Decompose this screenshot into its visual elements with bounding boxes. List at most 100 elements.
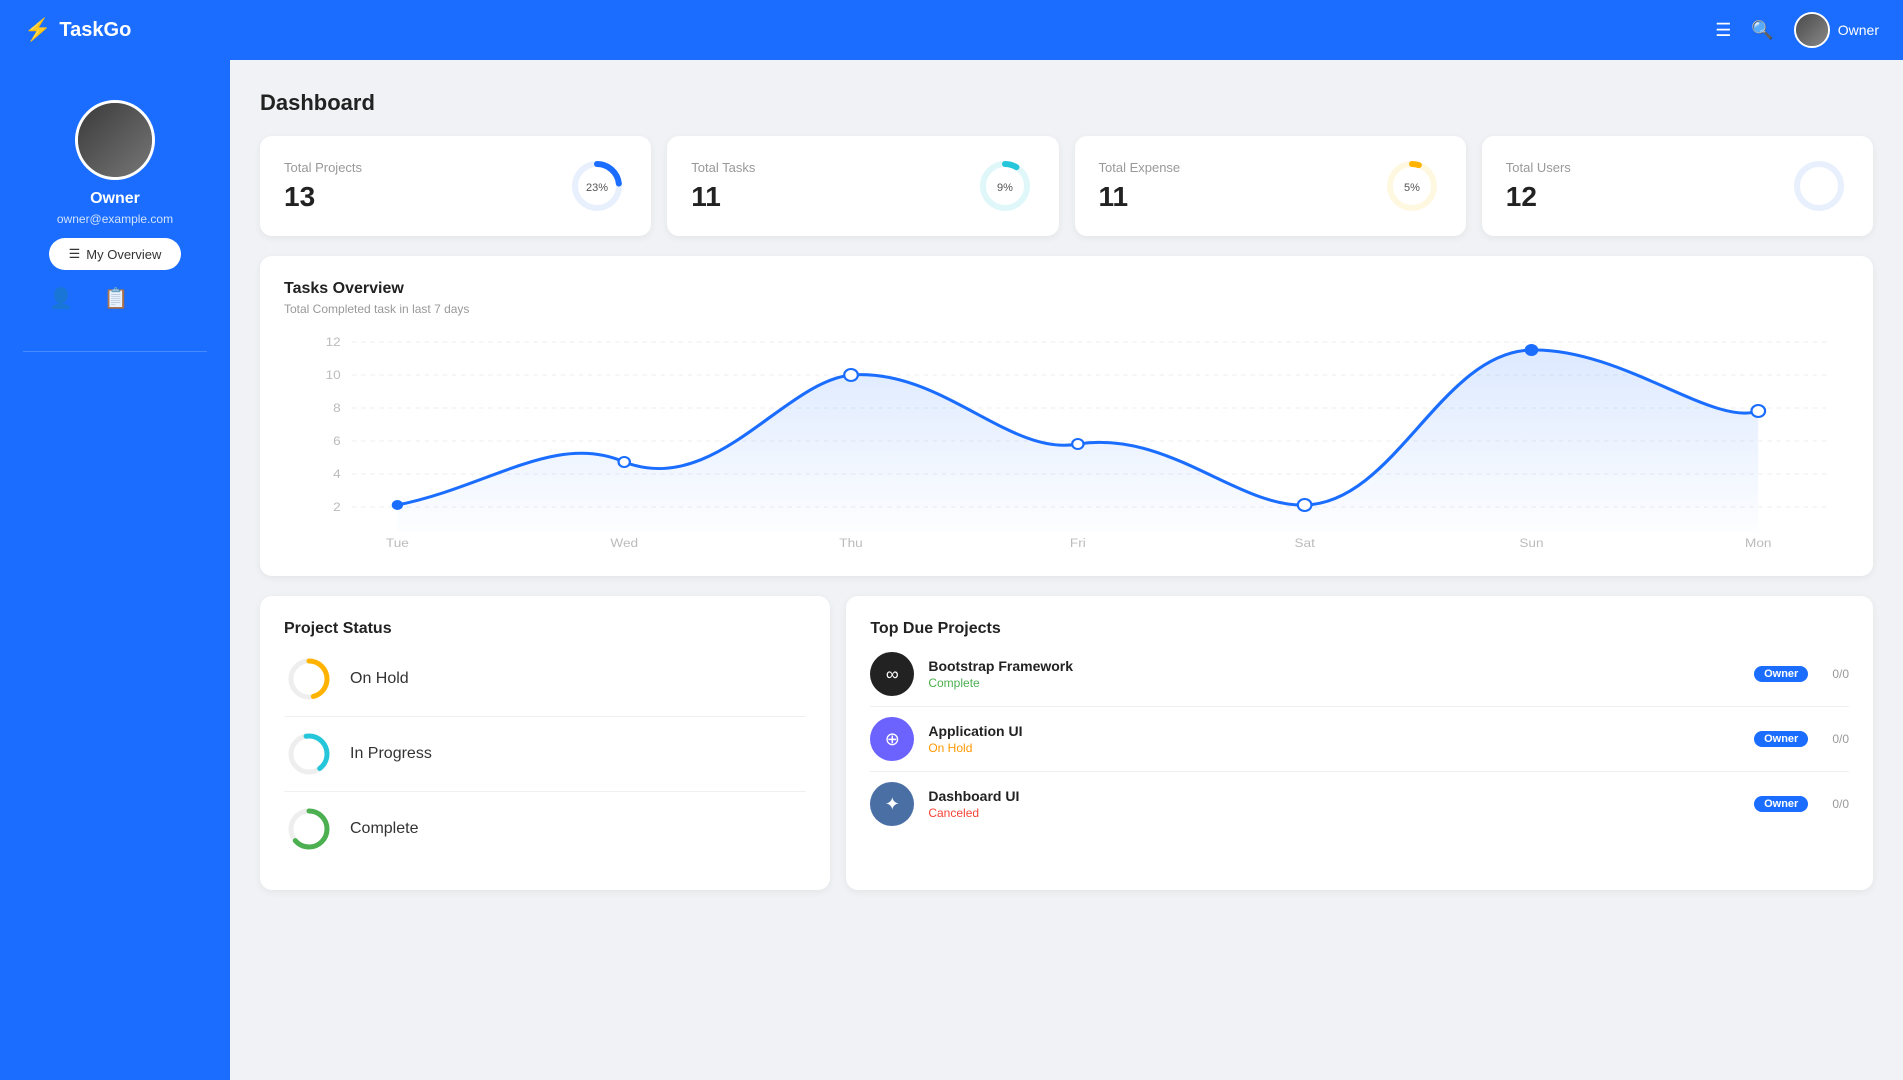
svg-text:5%: 5%: [1404, 182, 1420, 194]
stat-chart-users: [1789, 156, 1849, 216]
due-badge-dashui: Owner: [1754, 796, 1808, 812]
logo-icon: ⚡: [24, 17, 51, 43]
status-in-progress: In Progress: [284, 717, 806, 792]
due-name-bootstrap: Bootstrap Framework: [928, 658, 1740, 674]
sidebar-user-name: Owner: [49, 190, 182, 208]
due-info-appui: Application UI On Hold: [928, 723, 1740, 755]
user-profile[interactable]: Owner: [1794, 12, 1879, 48]
due-info-bootstrap: Bootstrap Framework Complete: [928, 658, 1740, 690]
sidebar-quick-icons: 👤 📋: [49, 286, 182, 311]
due-status-appui: On Hold: [928, 741, 1740, 755]
due-item-bootstrap: ∞ Bootstrap Framework Complete Owner 0/0: [870, 642, 1849, 707]
project-status-title: Project Status: [284, 620, 806, 638]
bottom-row: Project Status On Hold In Pro: [260, 596, 1873, 890]
logo-text: TaskGo: [59, 19, 131, 42]
due-count-dashui: 0/0: [1822, 797, 1849, 811]
svg-text:4: 4: [333, 467, 341, 481]
tasks-overview-subtitle: Total Completed task in last 7 days: [284, 302, 1849, 316]
sidebar-user-email: owner@example.com: [49, 212, 182, 226]
tasks-overview-card: Tasks Overview Total Completed task in l…: [260, 256, 1873, 576]
stat-value-expense: 11: [1099, 181, 1181, 213]
svg-text:Fri: Fri: [1070, 536, 1086, 550]
due-status-dashui: Canceled: [928, 806, 1740, 820]
due-badge-appui: Owner: [1754, 731, 1808, 747]
main-content: Dashboard Total Projects 13 23% Total Ta…: [230, 60, 1903, 1080]
username-label: Owner: [1838, 22, 1879, 38]
menu-icon[interactable]: ☰: [1715, 20, 1731, 41]
stat-value-users: 12: [1506, 181, 1571, 213]
avatar-image: [1796, 14, 1828, 46]
stat-label-users: Total Users: [1506, 160, 1571, 175]
due-count-appui: 0/0: [1822, 732, 1849, 746]
stats-row: Total Projects 13 23% Total Tasks 11: [260, 136, 1873, 236]
tasks-overview-title: Tasks Overview: [284, 280, 1849, 298]
top-due-card: Top Due Projects ∞ Bootstrap Framework C…: [846, 596, 1873, 890]
due-icon-appui: ⊕: [870, 717, 914, 761]
sidebar-divider: [23, 351, 207, 352]
svg-text:Tue: Tue: [386, 536, 409, 550]
stat-total-projects: Total Projects 13 23%: [260, 136, 651, 236]
tasks-chart: 12 10 8 6 4 2: [284, 332, 1849, 552]
svg-text:Mon: Mon: [1745, 536, 1771, 550]
due-badge-bootstrap: Owner: [1754, 666, 1808, 682]
svg-text:2: 2: [333, 500, 341, 514]
appui-icon-symbol: ⊕: [885, 729, 900, 750]
svg-text:12: 12: [326, 335, 341, 349]
stat-label-projects: Total Projects: [284, 160, 362, 175]
svg-text:9%: 9%: [997, 182, 1013, 194]
list-icon[interactable]: 📋: [104, 286, 129, 311]
logo: ⚡ TaskGo: [24, 17, 131, 43]
user-icon[interactable]: 👤: [49, 286, 74, 311]
top-due-title: Top Due Projects: [870, 620, 1849, 638]
svg-text:Thu: Thu: [839, 536, 862, 550]
on-hold-arc: [284, 654, 334, 704]
svg-text:6: 6: [333, 434, 341, 448]
due-icon-bootstrap: ∞: [870, 652, 914, 696]
avatar: [1794, 12, 1830, 48]
svg-text:8: 8: [333, 401, 341, 415]
svg-text:10: 10: [326, 368, 341, 382]
due-name-dashui: Dashboard UI: [928, 788, 1740, 804]
stat-total-expense: Total Expense 11 5%: [1075, 136, 1466, 236]
stat-label-expense: Total Expense: [1099, 160, 1181, 175]
sidebar-profile: Owner owner@example.com ☰ My Overview 👤 …: [49, 80, 182, 351]
due-count-bootstrap: 0/0: [1822, 667, 1849, 681]
status-complete: Complete: [284, 792, 806, 866]
due-status-bootstrap: Complete: [928, 676, 1740, 690]
overview-label: My Overview: [86, 247, 161, 262]
overview-button[interactable]: ☰ My Overview: [49, 238, 182, 270]
stat-value-tasks: 11: [691, 181, 755, 213]
stat-total-users: Total Users 12: [1482, 136, 1873, 236]
dashui-icon-symbol: ✦: [885, 794, 900, 815]
top-navbar: ⚡ TaskGo ☰ 🔍 Owner: [0, 0, 1903, 60]
stat-label-tasks: Total Tasks: [691, 160, 755, 175]
sidebar: Owner owner@example.com ☰ My Overview 👤 …: [0, 0, 230, 1080]
stat-value-projects: 13: [284, 181, 362, 213]
status-label-in-progress: In Progress: [350, 745, 432, 763]
stat-chart-projects: 23%: [567, 156, 627, 216]
due-info-dashui: Dashboard UI Canceled: [928, 788, 1740, 820]
due-icon-dashui: ✦: [870, 782, 914, 826]
due-name-appui: Application UI: [928, 723, 1740, 739]
sidebar-avatar: [75, 100, 155, 180]
search-icon[interactable]: 🔍: [1751, 20, 1773, 41]
stat-total-tasks: Total Tasks 11 9%: [667, 136, 1058, 236]
bootstrap-icon-symbol: ∞: [886, 664, 899, 685]
svg-text:Sun: Sun: [1519, 536, 1543, 550]
svg-text:Wed: Wed: [610, 536, 638, 550]
status-label-complete: Complete: [350, 820, 418, 838]
project-status-card: Project Status On Hold In Pro: [260, 596, 830, 890]
svg-text:23%: 23%: [586, 182, 608, 194]
status-on-hold: On Hold: [284, 642, 806, 717]
svg-text:Sat: Sat: [1294, 536, 1315, 550]
due-item-dashui: ✦ Dashboard UI Canceled Owner 0/0: [870, 772, 1849, 836]
overview-icon: ☰: [69, 246, 81, 262]
stat-chart-expense: 5%: [1382, 156, 1442, 216]
status-label-on-hold: On Hold: [350, 670, 409, 688]
topnav-right: ☰ 🔍 Owner: [1715, 12, 1879, 48]
sidebar-avatar-image: [78, 103, 152, 177]
complete-arc: [284, 804, 334, 854]
in-progress-arc: [284, 729, 334, 779]
due-item-appui: ⊕ Application UI On Hold Owner 0/0: [870, 707, 1849, 772]
page-title: Dashboard: [260, 90, 1873, 116]
